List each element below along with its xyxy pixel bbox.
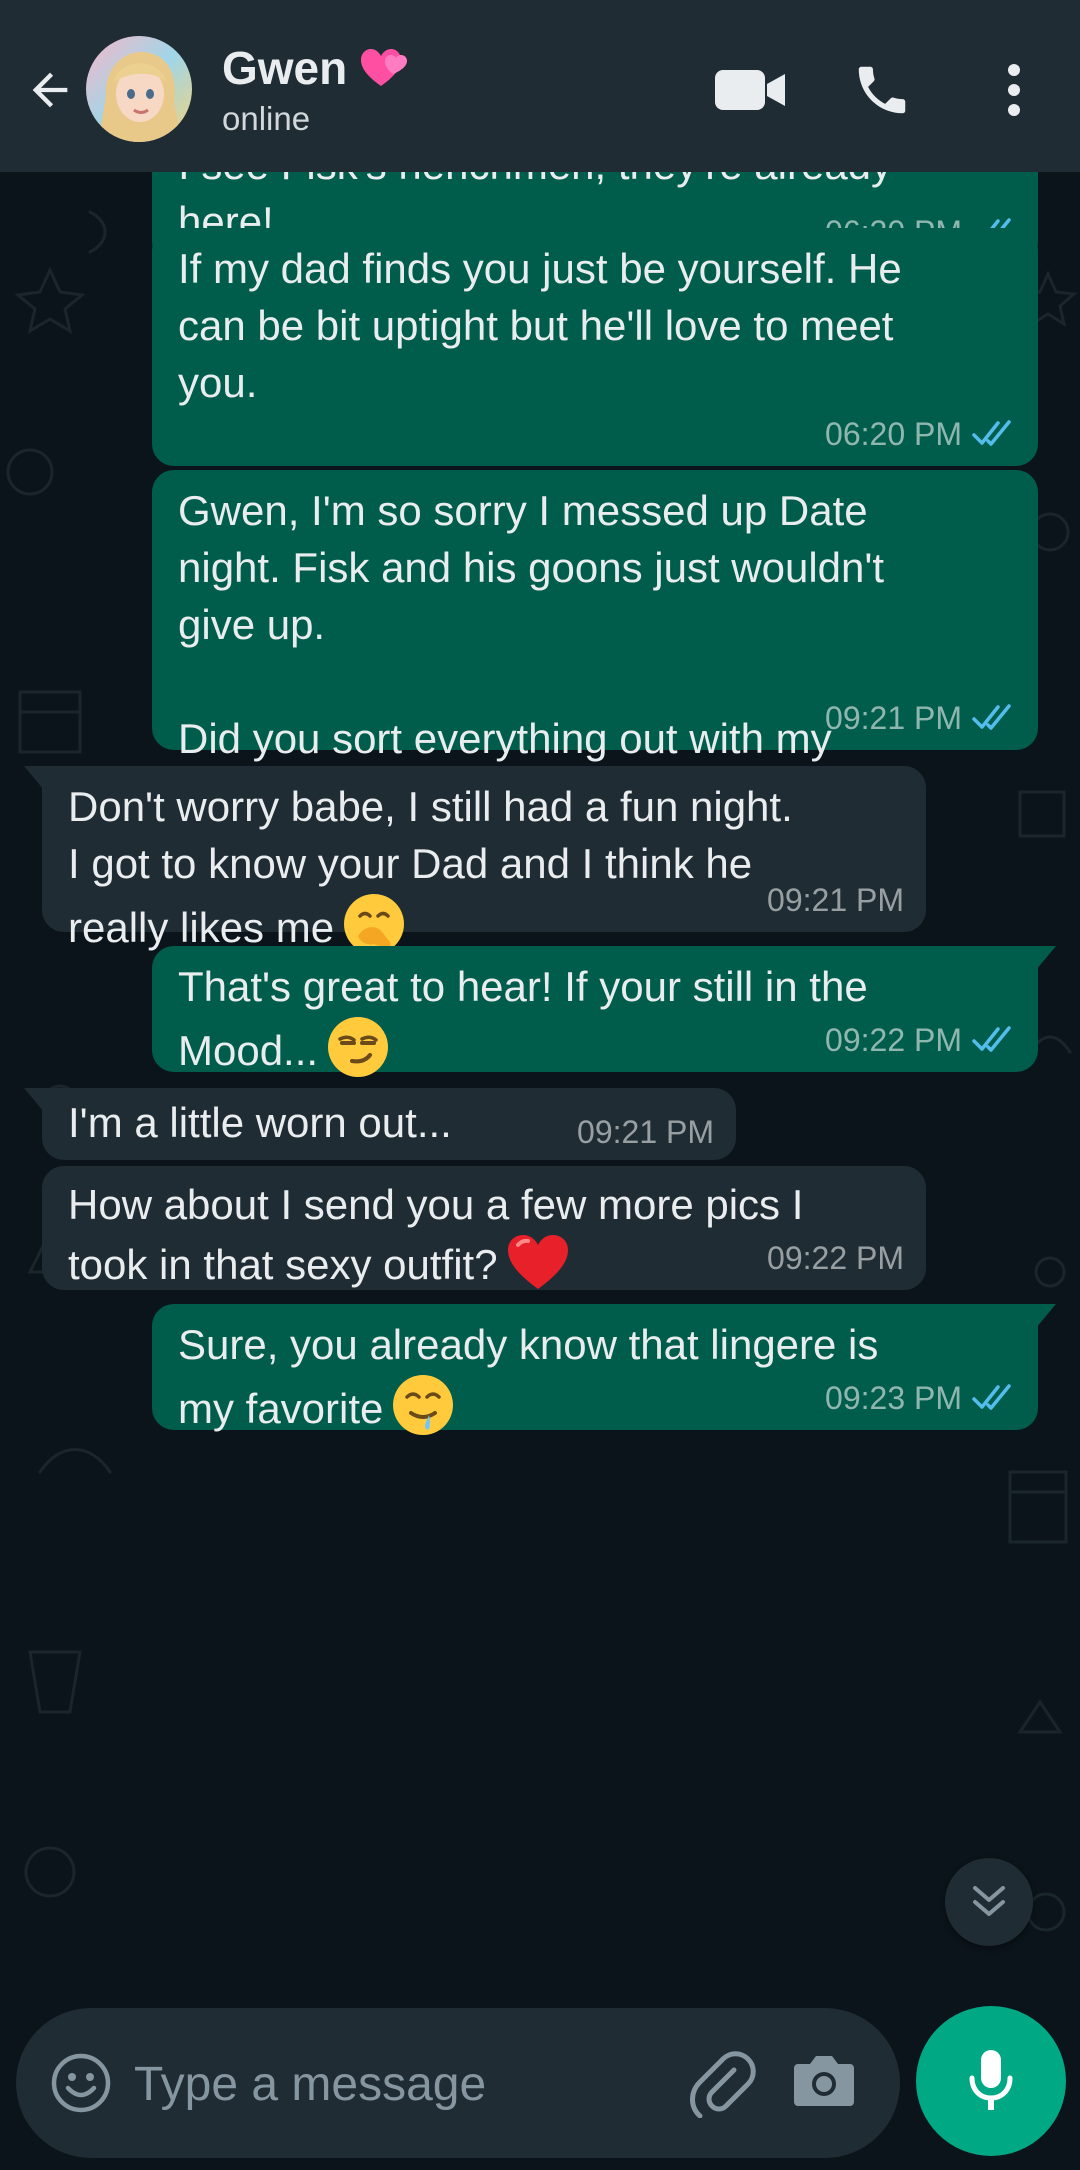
message-time: 09:22 PM (825, 1022, 962, 1058)
smiley-icon (51, 2053, 111, 2113)
more-options-button[interactable] (996, 56, 1032, 124)
heart-with-ribbon-icon (359, 48, 409, 100)
double-check-read-icon (972, 420, 1016, 448)
double-check-read-icon (972, 1026, 1016, 1054)
message-meta: 09:23 PM (825, 1380, 1016, 1416)
message-bubble-outgoing[interactable]: Sure, you already know that lingere is m… (152, 1304, 1056, 1435)
message-meta: 09:22 PM (825, 1022, 1016, 1058)
message-time: 09:21 PM (577, 1114, 714, 1150)
bubble-tail (24, 766, 44, 790)
message-time: 09:21 PM (825, 700, 962, 736)
paperclip-icon (690, 2051, 756, 2119)
camera-icon (794, 2056, 854, 2106)
bubble-tail (1036, 1304, 1056, 1328)
message-text: Don't worry babe, I still had a fun nigh… (68, 778, 900, 970)
contact-avatar[interactable] (86, 36, 192, 142)
message-list[interactable]: I see Fisk's henchmen, they're already h… (0, 172, 1080, 2000)
message-time: 09:21 PM (767, 882, 904, 918)
message-bubble-outgoing[interactable]: That's great to hear! If your still in t… (152, 946, 1056, 1077)
message-meta: 06:20 PM (825, 416, 1016, 452)
video-camera-icon (715, 70, 785, 110)
voice-message-button[interactable] (916, 2006, 1066, 2156)
vertical-dots-icon (1008, 64, 1020, 116)
smirking-face-icon (326, 1015, 390, 1093)
chat-screen: Gwen online here! If my dad finds you ju… (0, 0, 1080, 2170)
video-call-button[interactable] (712, 60, 788, 120)
message-time: 09:22 PM (767, 1240, 904, 1276)
avatar-image (86, 36, 192, 142)
message-bubble-incoming[interactable]: Don't worry babe, I still had a fun nigh… (24, 766, 926, 954)
scroll-to-bottom-button[interactable] (945, 1858, 1033, 1946)
message-meta: 09:21 PM (825, 700, 1016, 736)
attach-button[interactable] (686, 2048, 756, 2119)
bubble-tail (1036, 946, 1056, 970)
contact-status: online (222, 100, 311, 137)
message-time: 06:20 PM (825, 416, 962, 452)
double-check-read-icon (972, 1384, 1016, 1412)
contact-name[interactable]: Gwen (222, 42, 409, 100)
phone-icon (858, 66, 906, 114)
double-check-read-icon (972, 704, 1016, 732)
double-chevron-down-icon (973, 1886, 1005, 1916)
camera-button[interactable] (792, 2052, 856, 2114)
message-bubble-incoming[interactable]: I'm a little worn out... 09:21 PM (24, 1088, 736, 1160)
bubble-tail (24, 1088, 44, 1112)
message-meta: 09:21 PM (767, 882, 904, 918)
voice-call-button[interactable] (848, 56, 916, 124)
back-arrow-icon (32, 72, 68, 108)
message-bubble-outgoing[interactable]: If my dad finds you just be yourself. He… (152, 228, 1038, 520)
red-heart-icon (506, 1233, 570, 1307)
message-bubble-incoming[interactable]: How about I send you a few more pics I t… (42, 1166, 926, 1290)
message-composer (16, 2008, 900, 2158)
message-input[interactable] (132, 2046, 676, 2122)
message-meta: 09:21 PM (577, 1114, 714, 1150)
message-bubble-outgoing[interactable]: Gwen, I'm so sorry I messed up Date nigh… (152, 470, 1038, 819)
back-button[interactable] (18, 50, 82, 130)
message-time: 09:23 PM (825, 1380, 962, 1416)
message-meta: 09:22 PM (767, 1240, 904, 1276)
chat-header: Gwen online (0, 0, 1080, 172)
emoji-button[interactable] (50, 2052, 112, 2114)
drooling-face-icon (391, 1373, 455, 1451)
microphone-icon (969, 2050, 1013, 2110)
